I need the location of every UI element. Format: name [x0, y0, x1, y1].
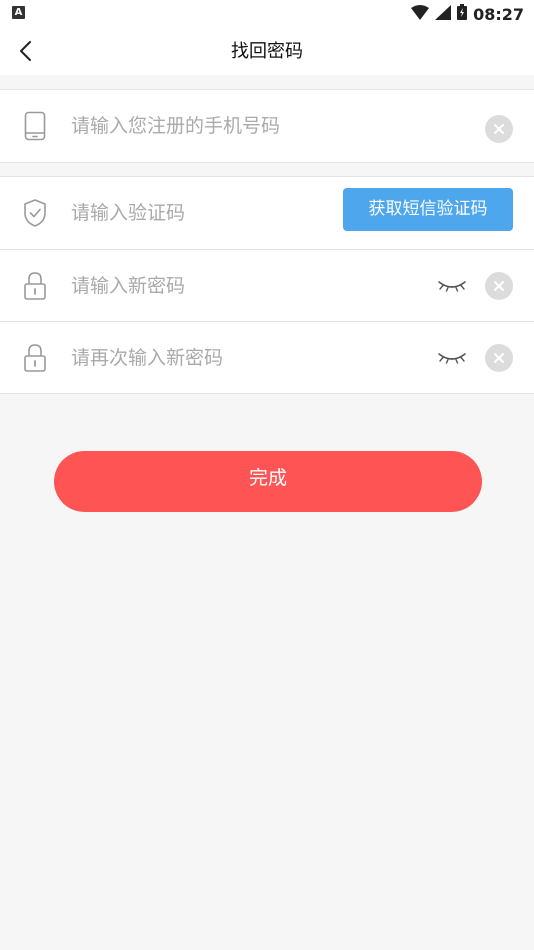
divider	[0, 162, 534, 163]
clear-confirm-password-button[interactable]	[485, 344, 513, 372]
status-bar: A 08:27	[0, 0, 534, 28]
code-field-row[interactable]: 请输入验证码 获取短信验证码	[0, 177, 534, 249]
signal-icon	[435, 4, 452, 24]
confirm-password-field-row[interactable]: 请再次输入新密码	[0, 322, 534, 394]
eye-closed-icon	[438, 353, 466, 364]
page-title: 找回密码	[231, 41, 303, 62]
toggle-password-visibility-button[interactable]	[436, 276, 468, 296]
eye-closed-icon	[438, 281, 466, 292]
status-bar-right: 08:27	[411, 0, 524, 28]
notification-a-icon: A	[12, 6, 25, 19]
status-time: 08:27	[473, 4, 524, 24]
back-button[interactable]	[10, 36, 40, 66]
phone-field-row[interactable]: 请输入您注册的手机号码	[0, 90, 534, 162]
submit-button[interactable]: 完成	[54, 451, 482, 512]
clear-new-password-button[interactable]	[485, 272, 513, 300]
code-input[interactable]: 请输入验证码	[71, 177, 371, 249]
phone-input[interactable]: 请输入您注册的手机号码	[71, 90, 371, 162]
lock-icon	[20, 342, 50, 374]
chevron-left-icon	[20, 41, 31, 61]
clear-phone-button[interactable]	[485, 115, 513, 143]
new-password-input[interactable]: 请输入新密码	[71, 250, 371, 322]
battery-icon	[457, 4, 468, 24]
close-icon	[494, 124, 504, 134]
get-sms-code-button[interactable]: 获取短信验证码	[343, 188, 513, 231]
toggle-confirm-password-visibility-button[interactable]	[436, 348, 468, 368]
lock-icon	[20, 270, 50, 302]
confirm-password-input[interactable]: 请再次输入新密码	[71, 322, 371, 394]
header-bar: 找回密码	[0, 28, 534, 75]
phone-icon	[20, 110, 50, 142]
close-icon	[494, 281, 504, 291]
top-spacer	[0, 75, 534, 90]
new-password-field-row[interactable]: 请输入新密码	[0, 250, 534, 322]
shield-check-icon	[20, 197, 50, 229]
wifi-icon	[411, 4, 430, 24]
divider	[0, 393, 534, 394]
close-icon	[494, 353, 504, 363]
